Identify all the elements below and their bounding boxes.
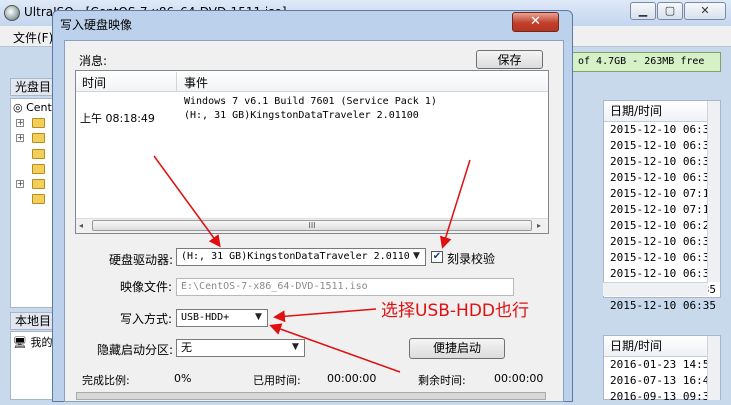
arrow-to-write-mode [273, 308, 377, 323]
arrow-from-boot [269, 323, 401, 373]
annotation-arrows [153, 155, 471, 373]
arrow-to-drive [153, 155, 221, 248]
arrow-to-verify [439, 159, 471, 249]
